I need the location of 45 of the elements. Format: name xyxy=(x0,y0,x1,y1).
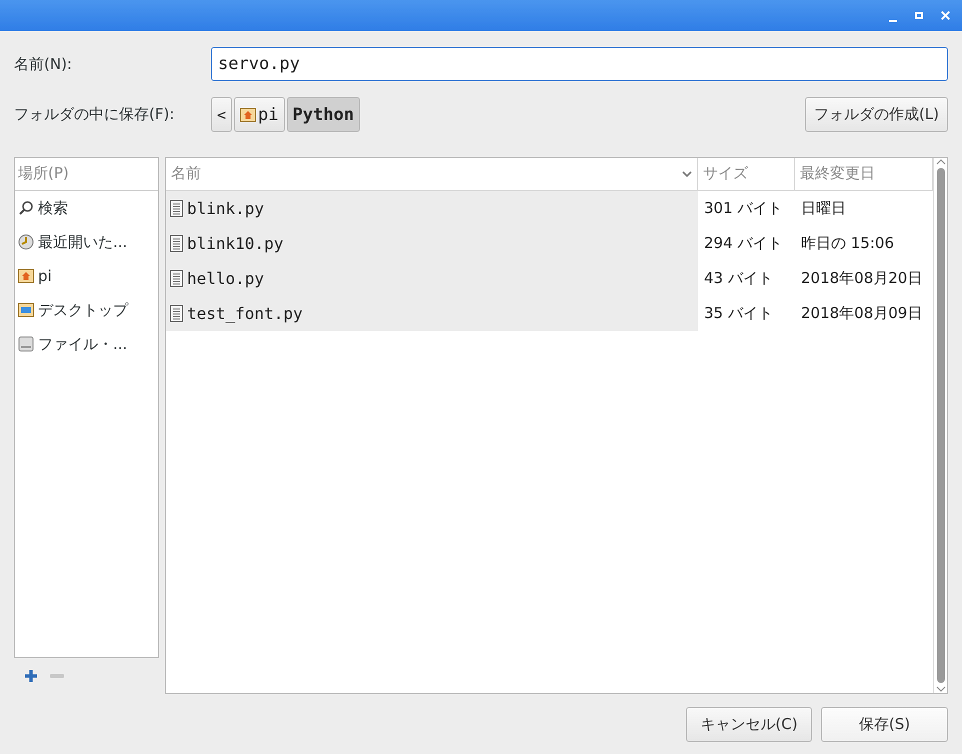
back-button[interactable]: < xyxy=(211,97,232,132)
file-name-field[interactable]: servo.py xyxy=(211,47,948,81)
places-header: 場所(P) xyxy=(15,158,158,191)
size-cell-text: 43 バイト xyxy=(703,268,774,289)
home-folder-icon xyxy=(240,108,256,122)
file-name-cell[interactable]: hello.py xyxy=(166,261,698,296)
add-icon[interactable] xyxy=(24,669,38,683)
save-button[interactable]: 保存(S) xyxy=(821,707,948,742)
file-name-cell[interactable]: blink10.py xyxy=(166,226,698,261)
date-cell-text: 2018年08月20日 xyxy=(800,268,924,289)
sort-icon xyxy=(682,170,692,178)
search-icon xyxy=(18,200,34,216)
path-button[interactable]: pi xyxy=(234,97,285,132)
path-button[interactable]: Python xyxy=(286,97,360,132)
file-icon xyxy=(170,235,183,252)
places-item[interactable]: デスクトップ xyxy=(15,293,158,327)
date-cell-text: 昨日の 15:06 xyxy=(800,233,895,254)
date-cell-text: 2018年08月09日 xyxy=(800,303,924,324)
scrollbar[interactable] xyxy=(933,158,947,693)
size-cell-text: 294 バイト xyxy=(703,233,784,254)
clock-icon xyxy=(18,234,34,250)
places-item[interactable]: 検索 xyxy=(15,191,158,225)
home-folder-icon xyxy=(18,269,34,283)
file-icon xyxy=(170,200,183,217)
places-item[interactable]: 最近開いた... xyxy=(15,225,158,259)
size-cell-text: 301 バイト xyxy=(703,198,784,219)
close-icon xyxy=(940,11,950,20)
size-cell-text: 35 バイト xyxy=(703,303,774,324)
file-name-cell[interactable]: test_font.py xyxy=(166,296,698,331)
folder-label: フォルダの中に保存(F): xyxy=(14,105,176,124)
maximize-icon xyxy=(915,12,923,19)
scroll-up-icon[interactable] xyxy=(936,158,946,166)
cancel-button[interactable]: キャンセル(C) xyxy=(686,707,812,742)
file-icon xyxy=(170,270,183,287)
desktop-icon xyxy=(18,303,34,317)
name-label: 名前(N): xyxy=(14,54,73,74)
scroll-down-icon[interactable] xyxy=(936,685,946,693)
minimize-icon xyxy=(889,20,897,22)
drive-icon xyxy=(18,336,34,352)
date-cell-text: 日曜日 xyxy=(800,198,847,219)
places-item[interactable]: ファイル・... xyxy=(15,327,158,361)
places-item[interactable]: pi xyxy=(15,259,158,293)
file-name-cell[interactable]: blink.py xyxy=(166,191,698,226)
create-folder-button[interactable]: フォルダの作成(L) xyxy=(804,97,948,132)
file-icon xyxy=(170,305,183,322)
